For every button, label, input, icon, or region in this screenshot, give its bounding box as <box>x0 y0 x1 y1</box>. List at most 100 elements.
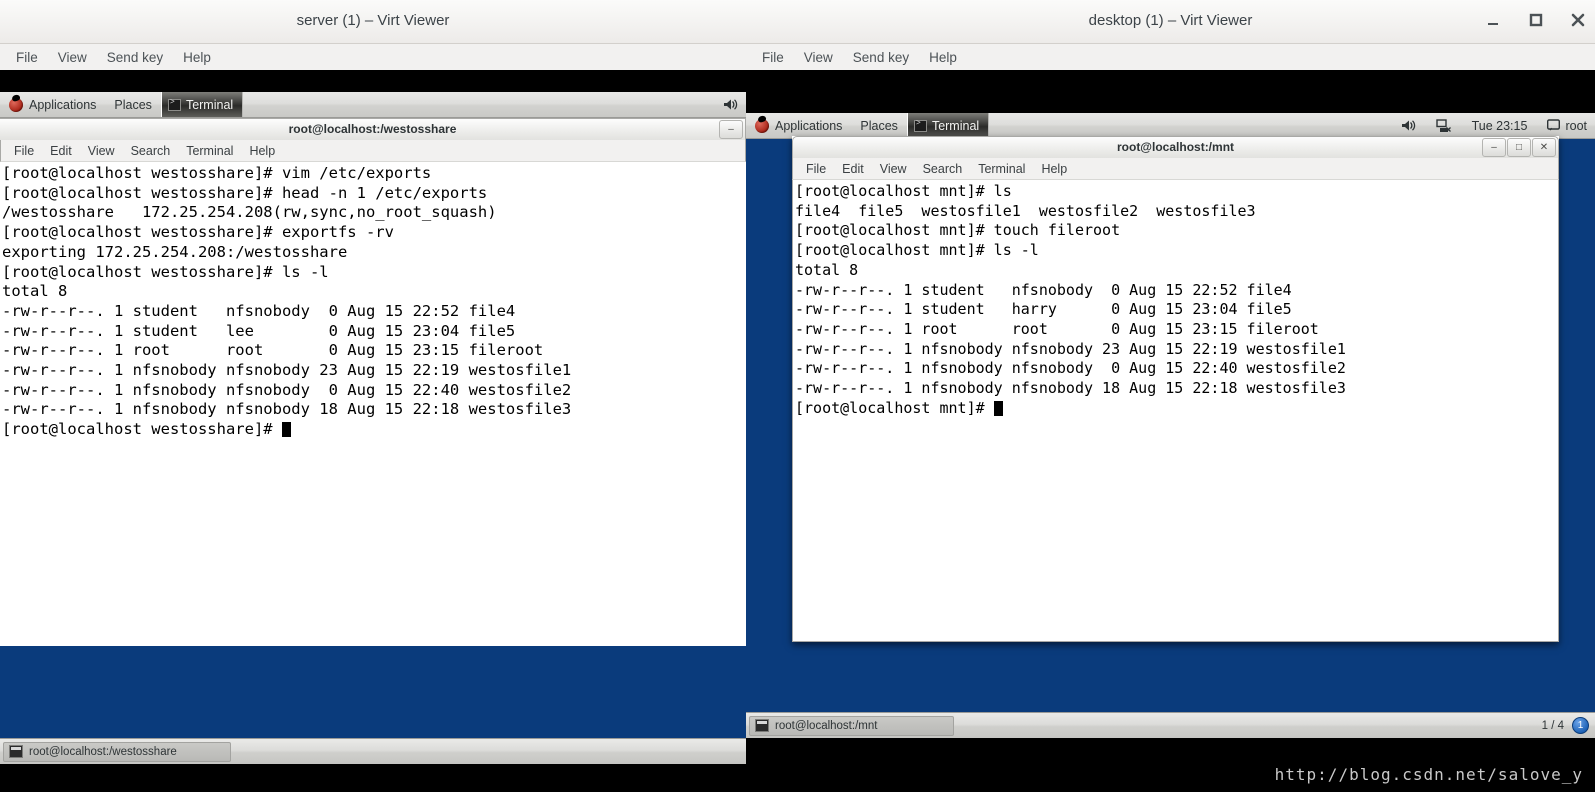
right-gnome-window-list[interactable]: root@localhost:/mnt 1 / 4 1 <box>746 712 1595 738</box>
right-terminal-output[interactable]: [root@localhost mnt]# ls file4 file5 west… <box>792 180 1559 642</box>
right-guest-letterbox <box>746 70 1595 113</box>
left-menu-send-key[interactable]: Send key <box>99 48 171 67</box>
terminal-line: -rw-r--r--. 1 root root 0 Aug 15 23:15 f… <box>795 319 1319 338</box>
terminal-cursor <box>993 400 1003 416</box>
right-term-menu-edit[interactable]: Edit <box>835 161 871 177</box>
right-term-menu-search[interactable]: Search <box>916 161 970 177</box>
right-minimize-button[interactable] <box>1485 10 1503 30</box>
right-menu-file[interactable]: File <box>754 48 792 67</box>
right-panel-task-terminal[interactable]: Terminal <box>906 113 990 138</box>
left-window-title: server (1) – Virt Viewer <box>296 12 450 29</box>
terminal-line: -rw-r--r--. 1 student nfsnobody 0 Aug 15… <box>795 280 1292 299</box>
terminal-icon <box>913 118 927 132</box>
left-terminal-menubar[interactable]: File Edit View Search Terminal Help <box>0 140 746 162</box>
right-taskbar-pager: 1 / 4 <box>1541 719 1564 732</box>
left-gnome-window-list[interactable]: root@localhost:/westosshare <box>0 738 746 764</box>
terminal-line: -rw-r--r--. 1 nfsnobody nfsnobody 18 Aug… <box>2 400 572 419</box>
terminal-line: -rw-r--r--. 1 student nfsnobody 0 Aug 15… <box>2 301 516 320</box>
left-term-menu-view[interactable]: View <box>81 143 122 159</box>
right-terminal-window-buttons[interactable]: – □ ✕ <box>1481 138 1556 157</box>
volume-icon <box>724 99 738 110</box>
right-close-button[interactable] <box>1569 10 1587 30</box>
right-terminal-minimize-button[interactable]: – <box>1482 138 1506 157</box>
right-menu-view[interactable]: View <box>796 48 841 67</box>
left-window-titlebar[interactable]: server (1) – Virt Viewer <box>0 0 746 44</box>
right-volume-button[interactable] <box>1397 119 1420 132</box>
left-terminal-titlebar[interactable]: root@localhost:/westosshare – <box>0 118 746 140</box>
message-icon <box>1547 119 1561 131</box>
terminal-line: -rw-r--r--. 1 nfsnobody nfsnobody 0 Aug … <box>795 359 1346 378</box>
terminal-cursor <box>281 422 291 438</box>
right-maximize-button[interactable] <box>1527 10 1545 30</box>
terminal-line: exporting 172.25.254.208:/westosshare <box>2 242 348 261</box>
left-applications-menu[interactable]: Applications <box>0 92 105 117</box>
right-window-buttons[interactable] <box>1485 10 1587 30</box>
right-network-button[interactable] <box>1432 118 1456 133</box>
terminal-line: [root@localhost mnt]# ls <box>795 182 1012 200</box>
left-places-menu[interactable]: Places <box>105 92 161 117</box>
left-term-menu-file[interactable]: File <box>7 143 41 159</box>
left-term-menu-help[interactable]: Help <box>242 143 282 159</box>
right-terminal-menubar[interactable]: File Edit View Search Terminal Help <box>792 158 1559 180</box>
terminal-line: [root@localhost westosshare]# ls -l <box>2 262 329 281</box>
left-term-menu-terminal[interactable]: Terminal <box>179 143 240 159</box>
terminal-prompt-line: [root@localhost mnt]# <box>795 399 1554 419</box>
right-menu-help[interactable]: Help <box>921 48 965 67</box>
right-guest-bottom-letterbox: http://blog.csdn.net/salove_y <box>746 738 1595 792</box>
terminal-icon <box>755 719 769 732</box>
right-window-menubar[interactable]: File View Send key Help <box>746 44 1595 70</box>
left-term-menu-search[interactable]: Search <box>124 143 178 159</box>
right-term-menu-help[interactable]: Help <box>1034 161 1074 177</box>
terminal-line: -rw-r--r--. 1 nfsnobody nfsnobody 23 Aug… <box>795 339 1346 358</box>
left-taskbar-item-terminal[interactable]: root@localhost:/westosshare <box>3 741 231 762</box>
left-terminal-window[interactable]: root@localhost:/westosshare – File Edit … <box>0 118 746 646</box>
right-clock-label: Tue 23:15 <box>1471 118 1528 133</box>
virt-viewer-window-server[interactable]: server (1) – Virt Viewer File View Send … <box>0 0 746 792</box>
network-disconnected-icon <box>1435 118 1451 132</box>
left-menu-file[interactable]: File <box>8 48 46 67</box>
left-menu-view[interactable]: View <box>50 48 95 67</box>
terminal-line: -rw-r--r--. 1 student lee 0 Aug 15 23:04… <box>2 321 516 340</box>
terminal-line: -rw-r--r--. 1 root root 0 Aug 15 23:15 f… <box>2 341 544 360</box>
terminal-line: [root@localhost westosshare]# vim /etc/e… <box>2 164 432 182</box>
right-user-menu[interactable]: root <box>1543 119 1591 133</box>
right-menu-send-key[interactable]: Send key <box>845 48 917 67</box>
left-term-menu-edit[interactable]: Edit <box>43 143 79 159</box>
left-volume-button[interactable] <box>719 98 742 111</box>
right-user-label: root <box>1565 118 1587 133</box>
right-workspace-indicator[interactable]: 1 <box>1572 717 1589 734</box>
left-gnome-top-panel[interactable]: Applications Places Terminal <box>0 92 746 118</box>
right-term-menu-file[interactable]: File <box>799 161 833 177</box>
terminal-line: -rw-r--r--. 1 nfsnobody nfsnobody 0 Aug … <box>2 380 572 399</box>
right-taskbar-item-terminal[interactable]: root@localhost:/mnt <box>749 715 954 736</box>
left-taskbar-item-label: root@localhost:/westosshare <box>29 745 177 758</box>
left-menu-help[interactable]: Help <box>175 48 219 67</box>
left-guest-bottom-letterbox <box>0 764 746 792</box>
right-terminal-titlebar[interactable]: root@localhost:/mnt – □ ✕ <box>792 136 1559 158</box>
terminal-icon <box>167 97 181 111</box>
right-places-menu[interactable]: Places <box>851 113 907 138</box>
terminal-line: -rw-r--r--. 1 student harry 0 Aug 15 23:… <box>795 300 1292 319</box>
right-term-menu-view[interactable]: View <box>873 161 914 177</box>
terminal-icon <box>9 745 23 758</box>
right-window-titlebar[interactable]: desktop (1) – Virt Viewer <box>746 0 1595 44</box>
right-terminal-title: root@localhost:/mnt <box>1116 140 1235 154</box>
right-applications-label: Applications <box>775 118 843 133</box>
left-terminal-window-buttons[interactable]: – <box>718 120 743 139</box>
left-terminal-minimize-button[interactable]: – <box>719 120 743 139</box>
terminal-line: -rw-r--r--. 1 nfsnobody nfsnobody 23 Aug… <box>2 361 572 380</box>
left-window-menubar[interactable]: File View Send key Help <box>0 44 746 70</box>
right-terminal-window[interactable]: root@localhost:/mnt – □ ✕ File Edit View… <box>792 136 1559 642</box>
right-term-menu-terminal[interactable]: Terminal <box>971 161 1032 177</box>
right-applications-menu[interactable]: Applications <box>746 113 851 138</box>
volume-icon <box>1401 120 1415 131</box>
virt-viewer-window-desktop[interactable]: desktop (1) – Virt Viewer File View Send… <box>746 0 1595 792</box>
right-clock[interactable]: Tue 23:15 <box>1468 119 1532 133</box>
right-terminal-close-button[interactable]: ✕ <box>1532 138 1556 157</box>
right-terminal-maximize-button[interactable]: □ <box>1507 138 1531 157</box>
terminal-line: total 8 <box>795 260 859 279</box>
left-terminal-output[interactable]: [root@localhost westosshare]# vim /etc/e… <box>0 162 746 646</box>
left-guest-letterbox <box>0 70 746 92</box>
left-panel-task-terminal[interactable]: Terminal <box>160 92 244 117</box>
terminal-prompt-line: [root@localhost westosshare]# <box>2 420 742 440</box>
